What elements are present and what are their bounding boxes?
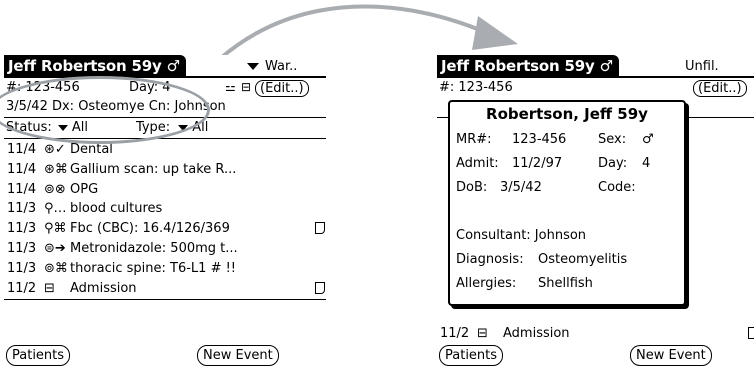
title-rule	[437, 76, 754, 78]
dob-value: 3/5/42	[500, 180, 542, 195]
sex-value: ♂	[642, 132, 654, 147]
unfiled-view-selector[interactable]: Unfil.	[685, 56, 719, 76]
event-date: 11/3	[7, 221, 37, 237]
event-date: 11/3	[7, 260, 37, 276]
view-selector-label: Unfil.	[685, 58, 719, 74]
patients-button[interactable]: Patients	[439, 345, 504, 366]
mr-label: MR#:	[456, 132, 492, 147]
event-list: 11/2 ⊟ Admission	[437, 324, 754, 344]
event-date: 11/2	[440, 326, 470, 341]
divider	[4, 138, 326, 139]
event-text: Metronidazole: 500mg t...	[70, 240, 238, 256]
ward-view-selector[interactable]: War..	[247, 56, 297, 76]
diagnosis-label: Diagnosis:	[456, 252, 524, 267]
edit-button[interactable]: (Edit..)	[693, 80, 747, 97]
consultant-line: Consultant: Johnson	[456, 228, 587, 243]
title-bar: Jeff Robertson 59y ♂	[4, 55, 186, 77]
event-text: Admission	[503, 326, 570, 341]
patient-title[interactable]: Jeff Robertson 59y ♂	[437, 55, 619, 77]
filters-row: Status: All Type: All	[6, 120, 208, 135]
event-text: Gallium scan: up take R...	[70, 161, 237, 177]
event-row[interactable]: 11/3 ⚲… blood cultures	[4, 199, 326, 219]
event-date: 11/4	[7, 181, 37, 197]
event-row[interactable]: 11/3 ⚲⌘ Fbc (CBC): 16.4/126/369	[4, 219, 326, 239]
dob-label: DoB:	[456, 180, 488, 195]
transition-arrow-head	[472, 16, 518, 50]
record-number: #: 123-456	[439, 80, 513, 95]
divider	[4, 117, 326, 118]
event-date: 11/2	[7, 280, 37, 296]
event-row[interactable]: 11/4 ⊛✓ Dental	[4, 140, 326, 160]
event-list: 11/4 ⊛✓ Dental 11/4 ⊛⌘ Gallium scan: up take…	[4, 140, 326, 298]
status-filter-value: All	[71, 120, 88, 135]
event-row[interactable]: 11/3 ⊚⌘ thoracic spine: T6-L1 # !!	[4, 259, 326, 279]
event-text: blood cultures	[70, 201, 163, 217]
event-row[interactable]: 11/2 ⊟ Admission	[437, 324, 754, 344]
patients-button[interactable]: Patients	[6, 345, 71, 366]
chevron-down-icon	[178, 124, 189, 131]
code-label: Code:	[598, 180, 636, 195]
event-row[interactable]: 11/2 ⊟ Admission	[4, 279, 326, 299]
patient-info-dialog[interactable]: Robertson, Jeff 59y MR#: 123-456 Sex: ♂ …	[448, 100, 686, 306]
new-event-button[interactable]: New Event	[630, 345, 712, 366]
event-date: 11/3	[7, 201, 37, 217]
event-text: Fbc (CBC): 16.4/126/369	[70, 221, 230, 237]
day-count: Day: 4	[129, 80, 171, 95]
note-icon[interactable]: ⊟	[241, 80, 251, 94]
event-row[interactable]: 11/4 ⊚⊗ OPG	[4, 180, 326, 200]
admit-value: 11/2/97	[512, 156, 563, 171]
event-row[interactable]: 11/4 ⊛⌘ Gallium scan: up take R...	[4, 160, 326, 180]
title-bar: Jeff Robertson 59y ♂	[437, 55, 619, 77]
new-event-button[interactable]: New Event	[197, 345, 279, 366]
patient-detail-line: 3/5/42 Dx: Osteomye Cn: Johnson	[6, 99, 226, 114]
divider	[4, 299, 326, 300]
title-rule	[4, 76, 326, 78]
chevron-down-icon	[247, 62, 259, 70]
allergies-label: Allergies:	[456, 276, 517, 291]
event-text: OPG	[70, 181, 99, 197]
event-text: Admission	[70, 280, 137, 296]
allergies-value: Shellfish	[538, 276, 593, 291]
view-selector-label: War..	[265, 58, 298, 74]
event-date: 11/4	[7, 161, 37, 177]
day-value: 4	[642, 156, 651, 171]
event-date: 11/4	[7, 142, 37, 157]
status-filter[interactable]: All	[57, 120, 88, 135]
event-text: thoracic spine: T6-L1 # !!	[70, 260, 237, 276]
day-label: Day:	[598, 156, 628, 171]
diagnosis-value: Osteomyelitis	[538, 252, 628, 267]
attached-note-icon[interactable]	[315, 222, 325, 235]
event-date: 11/3	[7, 240, 37, 256]
attached-note-icon[interactable]	[315, 281, 325, 294]
mr-value: 123-456	[512, 132, 567, 147]
status-label: Status:	[6, 120, 52, 135]
bed-icon[interactable]: ⚍	[225, 80, 236, 94]
type-filter-value: All	[192, 120, 209, 135]
type-filter[interactable]: All	[178, 120, 208, 135]
chevron-down-icon	[57, 124, 68, 131]
edit-button[interactable]: (Edit..)	[255, 80, 309, 97]
patient-event-list-screen: Jeff Robertson 59y ♂ War.. #: 123-456 Da…	[0, 55, 326, 377]
record-number: #: 123-456	[6, 80, 80, 95]
admit-label: Admit:	[456, 156, 499, 171]
event-row[interactable]: 11/3 ⊜➔ Metronidazole: 500mg t...	[4, 239, 326, 259]
event-text: Dental	[70, 142, 113, 157]
patient-title[interactable]: Jeff Robertson 59y ♂	[4, 55, 186, 77]
dialog-title: Robertson, Jeff 59y	[486, 105, 648, 123]
type-label: Type:	[135, 120, 171, 135]
sex-label: Sex:	[598, 132, 627, 147]
attached-note-icon[interactable]	[748, 327, 754, 339]
